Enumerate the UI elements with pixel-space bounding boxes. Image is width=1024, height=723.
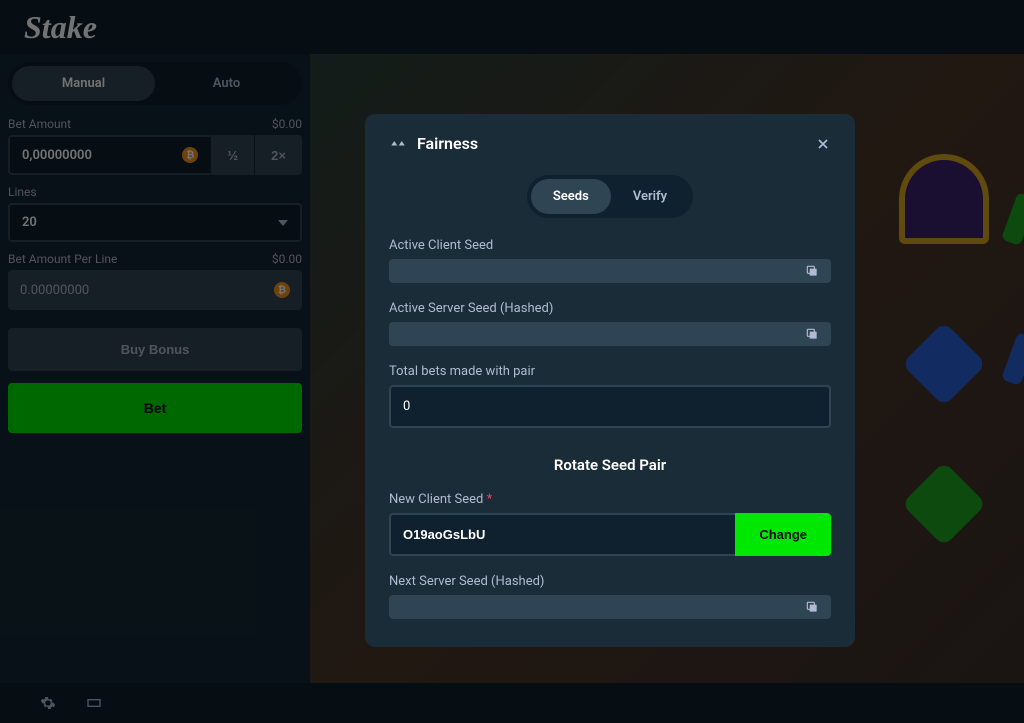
copy-icon[interactable]	[805, 600, 819, 614]
close-icon[interactable]	[815, 136, 831, 152]
active-server-seed-field[interactable]	[389, 322, 831, 346]
new-client-seed-label: New Client Seed *	[389, 492, 831, 507]
active-server-seed-label: Active Server Seed (Hashed)	[389, 301, 831, 316]
new-client-seed-input[interactable]	[389, 513, 735, 556]
next-server-seed-field[interactable]	[389, 595, 831, 619]
modal-title-text: Fairness	[417, 134, 478, 153]
active-client-seed-field[interactable]	[389, 259, 831, 283]
tab-seeds[interactable]: Seeds	[531, 179, 611, 214]
scale-icon	[389, 135, 407, 153]
total-bets-label: Total bets made with pair	[389, 364, 831, 379]
fairness-modal: Fairness Seeds Verify Active Client Seed…	[365, 114, 855, 647]
tab-verify[interactable]: Verify	[611, 179, 689, 214]
required-asterisk: *	[487, 492, 493, 507]
active-client-seed-label: Active Client Seed	[389, 238, 831, 253]
total-bets-field: 0	[389, 385, 831, 428]
copy-icon[interactable]	[805, 264, 819, 278]
copy-icon[interactable]	[805, 327, 819, 341]
modal-tabs: Seeds Verify	[527, 175, 693, 218]
change-button[interactable]: Change	[735, 513, 831, 556]
rotate-section-title: Rotate Seed Pair	[389, 456, 831, 474]
next-server-seed-label: Next Server Seed (Hashed)	[389, 574, 831, 589]
